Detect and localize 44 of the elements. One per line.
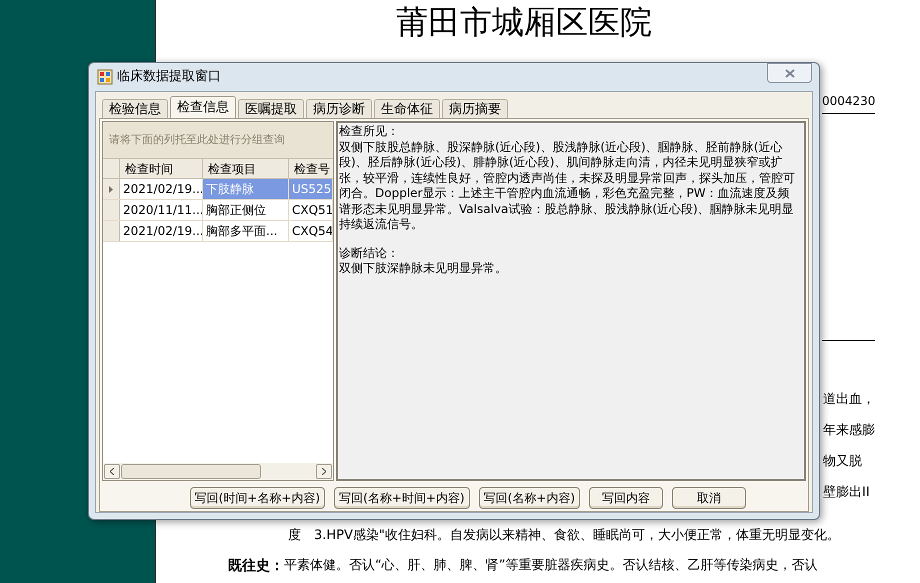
column-header[interactable]: 检查项目: [203, 159, 289, 178]
write-back-button[interactable]: 写回(时间+名称+内容): [190, 487, 326, 509]
current-row-icon: [109, 186, 113, 192]
write-back-button[interactable]: 写回(名称+内容): [478, 487, 580, 509]
write-back-button[interactable]: 写回内容: [589, 487, 663, 509]
scrollbar-thumb[interactable]: [121, 464, 261, 479]
document-text: 年来感膨: [823, 422, 875, 440]
report-text: 双侧下肢股总静脉、股深静脉(近心段)、股浅静脉(近心段)、腘静脉、胫前静脉(近心段)、胫后静脉(近心段)、腓静脉(近心段)、肌间静脉走向清，内径未见明显狭窄或扩张，较平滑，连续性良好，管腔内透声尚佳，未探及明显异常回声，探头加压，管腔可闭合。Doppler显示：上述主干管腔内血流通畅，彩色充盈完整，PW：血流速度及频谱形态未见明显异常。Valsalva试验：股总静脉、股浅静脉(近心段)、腘静脉未见明显持续返流信号。: [339, 140, 796, 232]
table-cell: 下肢静脉: [203, 179, 289, 199]
tab[interactable]: 病历诊断: [306, 99, 372, 118]
table-cell: 胸部正侧位: [203, 200, 289, 220]
document-text: 平素体健。否认“心、肝、肺、脾、肾”等重要脏器疾病史。否认结核、乙肝等传染病史，否认: [284, 557, 818, 575]
tab[interactable]: 病历摘要: [442, 99, 508, 118]
tab[interactable]: 医嘱提取: [238, 99, 304, 118]
document-title: 莆田市城厢区医院: [396, 2, 653, 42]
close-button[interactable]: [767, 63, 812, 83]
document-text: 壁膨出II: [823, 484, 870, 502]
document-text: 度 3.HPV感染"收住妇科。自发病以来精神、食欲、睡眠尚可，大小便正常，体重无明显变化。: [288, 527, 840, 545]
write-back-button[interactable]: 写回(名称+时间+内容): [334, 487, 470, 509]
report-heading: 检查所见：: [339, 124, 400, 140]
close-icon: [784, 68, 794, 78]
horizontal-scrollbar[interactable]: [103, 463, 333, 480]
report-heading: 诊断结论：: [339, 246, 400, 261]
window-title: 临床数据提取窗口: [117, 68, 221, 86]
document-text: 道出血，: [823, 391, 875, 409]
scroll-left-icon: [110, 468, 114, 475]
tab[interactable]: 检查信息: [170, 96, 236, 118]
table-cell: 胸部多平面...: [203, 221, 289, 241]
report-text-area[interactable]: [336, 121, 806, 481]
record-number: 0004230: [822, 92, 875, 114]
tab[interactable]: 生命体征: [374, 99, 440, 118]
group-hint: 请将下面的列托至此处进行分组查询: [109, 132, 285, 148]
tab[interactable]: 检验信息: [102, 99, 168, 118]
write-back-button[interactable]: 取消: [672, 487, 746, 509]
table-row[interactable]: 2020/11/11... 胸部正侧位 CXQ51: [103, 200, 333, 221]
document-text: 物又脱: [823, 453, 862, 471]
table-row[interactable]: 2021/02/19... 下肢静脉 US525: [103, 179, 333, 200]
scroll-right-icon: [322, 468, 326, 475]
section-label: 既往史：: [228, 557, 284, 576]
app-icon: [97, 69, 113, 85]
report-text: 双侧下肢深静脉未见明显异常。: [339, 261, 508, 276]
column-header[interactable]: 检查时间: [120, 159, 203, 178]
table-cell: US525: [289, 179, 333, 199]
column-header[interactable]: 检查号: [289, 159, 333, 178]
